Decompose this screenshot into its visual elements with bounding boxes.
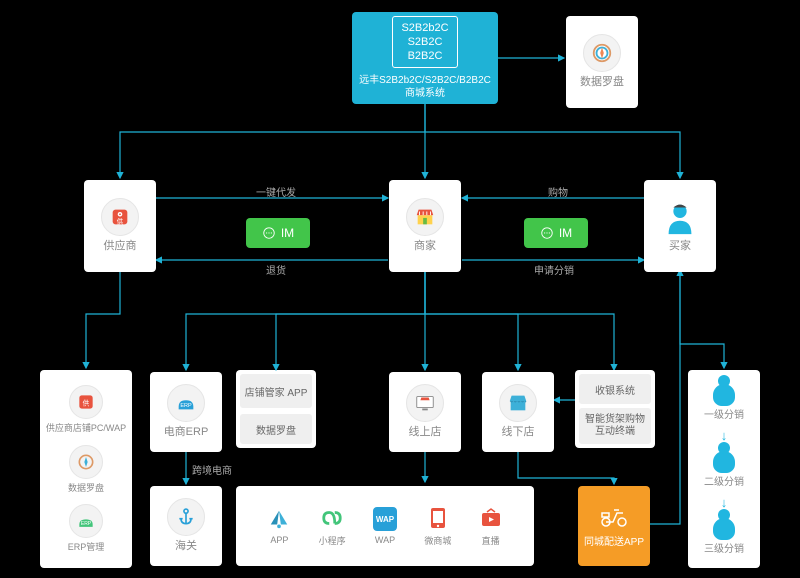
edge-send: 一键代发 [256,184,296,199]
buyer-node: 买家 [644,180,716,272]
delivery-node: 同城配送APP [578,486,650,566]
channel-app: APP [267,507,291,545]
erp-icon: ERP [69,504,103,538]
channel-live: 直播 [479,506,503,547]
supplier-icon: 供 [101,198,139,236]
compass-label: 数据罗盘 [577,76,627,90]
online-store-icon [406,384,444,422]
customs-label: 海关 [172,540,200,554]
supplier-shop-item: 供 供应商店铺PC/WAP [46,385,126,434]
supplier-tools: 供 供应商店铺PC/WAP 数据罗盘 ERP ERP管理 [40,370,132,568]
shop-manager-app: 店铺管家 APP [240,374,312,408]
offline-store-node: 线下店 [482,372,554,452]
merchant-label: 商家 [411,240,439,254]
supply-shop-label: 供应商店铺PC/WAP [46,421,126,434]
customs-node: 海关 [150,486,222,566]
level-3: 三级分销 [704,518,744,555]
compass-icon [583,34,621,72]
im-box-1: IM [246,218,310,248]
model-badge: S2B2b2C S2B2C B2B2C [392,16,457,69]
offline-store-icon [499,384,537,422]
ecom-erp-icon: ERP [167,384,205,422]
channel-wap: WAPWAP [373,507,397,545]
svg-text:ERP: ERP [81,521,92,527]
online-store-node: 线上店 [389,372,461,452]
im-box-2: IM [524,218,588,248]
supplier-node: 供 供应商 [84,180,156,272]
channel-weimall: 微商城 [424,506,451,547]
anchor-icon [167,498,205,536]
offline-tools-wrap: 收银系统 智能货架购物 互动终端 [575,370,655,448]
svg-text:供: 供 [117,217,124,226]
ecom-erp-label: 电商ERP [161,426,212,440]
supplier-label: 供应商 [101,240,140,254]
compass-label-2: 数据罗盘 [68,481,104,494]
edge-shop: 购物 [548,184,568,199]
edge-dist: 申请分销 [534,262,574,277]
data-compass-box: 数据罗盘 [240,414,312,444]
smart-shelf: 智能货架购物 互动终端 [579,408,651,444]
scooter-icon [599,505,629,527]
compass-node: 数据罗盘 [566,16,638,108]
merchant-icon [406,198,444,236]
supply-shop-icon: 供 [69,385,103,419]
delivery-label: 同城配送APP [584,533,644,548]
supplier-erp-item: ERP ERP管理 [68,504,105,553]
merchant-node: 商家 [389,180,461,272]
edge-return: 退货 [266,262,286,277]
arrow-down-icon: ↓ [721,495,728,510]
im-label-1: IM [281,226,294,240]
offline-store-label: 线下店 [499,426,538,440]
system-caption: 远丰S2B2b2C/S2B2C/B2B2C 商城系统 [359,74,491,100]
pos-system: 收银系统 [579,374,651,404]
channel-miniprogram: 小程序 [319,506,346,547]
compass-icon-2 [69,445,103,479]
buyer-icon [661,198,699,236]
distribution-levels: 一级分销 ↓ 二级分销 ↓ 三级分销 [688,370,760,568]
level-1: 一级分销 [704,384,744,421]
buyer-label: 买家 [666,240,694,254]
ecom-erp-node: ERP 电商ERP [150,372,222,452]
supplier-compass-item: 数据罗盘 [68,445,104,494]
online-store-label: 线上店 [406,426,445,440]
system-node: S2B2b2C S2B2C B2B2C 远丰S2B2b2C/S2B2C/B2B2… [352,12,498,104]
svg-text:供: 供 [83,398,90,407]
svg-text:ERP: ERP [180,403,192,409]
level-2: 二级分销 [704,451,744,488]
arrow-down-icon: ↓ [721,428,728,443]
edge-crossborder: 跨境电商 [192,462,232,477]
channels-row: APP 小程序 WAPWAP 微商城 直播 [236,486,534,566]
im-label-2: IM [559,226,572,240]
erp-label: ERP管理 [68,540,105,553]
